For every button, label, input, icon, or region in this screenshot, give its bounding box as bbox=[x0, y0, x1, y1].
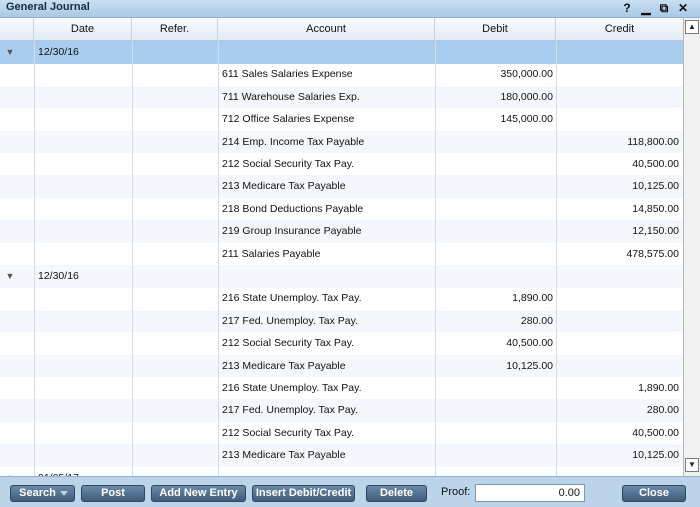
debit-cell[interactable] bbox=[472, 153, 553, 175]
debit-cell[interactable] bbox=[472, 198, 553, 220]
column-header-reference[interactable]: Refer. bbox=[132, 18, 218, 41]
window-title: General Journal bbox=[6, 1, 90, 13]
scroll-up-icon[interactable]: ▲ bbox=[685, 20, 699, 34]
minimize-icon[interactable]: ▁ bbox=[638, 0, 654, 18]
column-header-debit[interactable]: Debit bbox=[435, 18, 556, 41]
credit-cell[interactable] bbox=[560, 355, 679, 377]
credit-cell[interactable]: 14,850.00 bbox=[560, 198, 679, 220]
credit-cell[interactable] bbox=[560, 108, 679, 130]
credit-cell[interactable]: 118,800.00 bbox=[560, 131, 679, 153]
column-divider bbox=[556, 41, 557, 476]
column-header-date[interactable]: Date bbox=[34, 18, 132, 41]
credit-cell[interactable] bbox=[560, 86, 679, 108]
add-new-entry-button[interactable]: Add New Entry bbox=[151, 485, 246, 502]
debit-cell[interactable] bbox=[472, 422, 553, 444]
column-header-row: Date Refer. Account Debit Credit bbox=[0, 18, 683, 41]
debit-cell[interactable]: 10,125.00 bbox=[472, 355, 553, 377]
journal-line-row[interactable]: 217 Fed. Unemploy. Tax Pay. 280.00 bbox=[0, 399, 683, 422]
column-header-credit[interactable]: Credit bbox=[556, 18, 683, 41]
entry-date: 12/30/16 bbox=[38, 270, 79, 282]
journal-line-row[interactable]: 212 Social Security Tax Pay. 40,500.00 bbox=[0, 332, 683, 355]
dropdown-arrow-icon bbox=[60, 491, 68, 496]
column-header-account[interactable]: Account bbox=[218, 18, 435, 41]
journal-line-row[interactable]: 214 Emp. Income Tax Payable 118,800.00 bbox=[0, 130, 683, 154]
journal-line-row[interactable]: 213 Medicare Tax Payable 10,125.00 bbox=[0, 354, 683, 378]
credit-cell[interactable] bbox=[560, 310, 679, 332]
column-divider bbox=[435, 41, 436, 476]
proof-label: Proof: bbox=[441, 486, 471, 498]
credit-cell[interactable]: 1,890.00 bbox=[560, 377, 679, 399]
credit-cell[interactable]: 40,500.00 bbox=[560, 422, 679, 444]
debit-cell[interactable]: 350,000.00 bbox=[472, 63, 553, 85]
journal-line-row[interactable]: 611 Sales Salaries Expense 350,000.00 bbox=[0, 63, 683, 86]
entry-date: 12/30/16 bbox=[38, 46, 79, 58]
entry-header-row[interactable]: ▼ 12/30/16 bbox=[0, 265, 683, 288]
journal-line-row[interactable]: 712 Office Salaries Expense 145,000.00 bbox=[0, 108, 683, 131]
restore-icon[interactable]: ⧉ bbox=[656, 0, 672, 18]
expand-triangle-icon[interactable]: ▼ bbox=[0, 265, 20, 287]
credit-cell[interactable] bbox=[560, 332, 679, 354]
entry-header-row[interactable]: ▼ 01/05/17 bbox=[0, 467, 683, 476]
post-button[interactable]: Post bbox=[81, 485, 145, 502]
journal-line-row[interactable]: 212 Social Security Tax Pay. 40,500.00 bbox=[0, 422, 683, 445]
search-button-label: Search bbox=[19, 487, 56, 499]
column-divider bbox=[132, 41, 133, 476]
expand-triangle-icon[interactable]: ▼ bbox=[0, 41, 20, 63]
credit-cell[interactable]: 478,575.00 bbox=[560, 243, 679, 265]
credit-cell[interactable]: 10,125.00 bbox=[560, 444, 679, 466]
journal-line-row[interactable]: 213 Medicare Tax Payable 10,125.00 bbox=[0, 444, 683, 467]
scroll-down-icon[interactable]: ▼ bbox=[685, 458, 699, 472]
delete-button[interactable]: Delete bbox=[366, 485, 427, 502]
debit-cell[interactable]: 280.00 bbox=[472, 310, 553, 332]
close-icon[interactable]: ✕ bbox=[675, 0, 691, 18]
column-divider bbox=[218, 41, 219, 476]
journal-line-row[interactable]: 213 Medicare Tax Payable 10,125.00 bbox=[0, 175, 683, 198]
close-button[interactable]: Close bbox=[622, 485, 686, 502]
journal-line-row[interactable]: 711 Warehouse Salaries Exp. 180,000.00 bbox=[0, 85, 683, 109]
debit-cell[interactable]: 180,000.00 bbox=[472, 86, 553, 108]
entry-header-row[interactable]: ▼ 12/30/16 bbox=[0, 41, 683, 64]
journal-line-row[interactable]: 212 Social Security Tax Pay. 40,500.00 bbox=[0, 153, 683, 176]
column-divider bbox=[34, 41, 35, 476]
debit-cell[interactable] bbox=[472, 220, 553, 242]
credit-cell[interactable]: 40,500.00 bbox=[560, 153, 679, 175]
credit-cell[interactable]: 280.00 bbox=[560, 399, 679, 421]
journal-line-row[interactable]: 219 Group Insurance Payable 12,150.00 bbox=[0, 220, 683, 243]
help-icon[interactable]: ? bbox=[619, 0, 635, 18]
journal-line-row[interactable]: 217 Fed. Unemploy. Tax Pay. 280.00 bbox=[0, 309, 683, 333]
journal-line-row[interactable]: 211 Salaries Payable 478,575.00 bbox=[0, 243, 683, 266]
credit-cell[interactable] bbox=[560, 287, 679, 309]
search-button[interactable]: Search bbox=[10, 485, 75, 502]
journal-grid: Date Refer. Account Debit Credit ▼ 12/30/… bbox=[0, 18, 683, 476]
debit-cell[interactable] bbox=[472, 131, 553, 153]
bottom-toolbar: Search Post Add New Entry Insert Debit/C… bbox=[0, 476, 700, 507]
column-header-expander bbox=[0, 18, 34, 41]
proof-field: 0.00 bbox=[475, 484, 585, 502]
journal-line-row[interactable]: 218 Bond Deductions Payable 14,850.00 bbox=[0, 198, 683, 221]
debit-cell[interactable] bbox=[472, 444, 553, 466]
credit-cell[interactable]: 12,150.00 bbox=[560, 220, 679, 242]
entry-date: 01/05/17 bbox=[38, 467, 128, 476]
credit-cell[interactable]: 10,125.00 bbox=[560, 175, 679, 197]
debit-cell[interactable] bbox=[472, 399, 553, 421]
debit-cell[interactable] bbox=[472, 243, 553, 265]
debit-cell[interactable] bbox=[472, 175, 553, 197]
journal-line-row[interactable]: 216 State Unemploy. Tax Pay. 1,890.00 bbox=[0, 287, 683, 310]
journal-line-row[interactable]: 216 State Unemploy. Tax Pay. 1,890.00 bbox=[0, 377, 683, 400]
title-bar: General Journal ? ▁ ⧉ ✕ bbox=[0, 0, 700, 18]
insert-debit-credit-button[interactable]: Insert Debit/Credit bbox=[252, 485, 355, 502]
debit-cell[interactable]: 1,890.00 bbox=[472, 287, 553, 309]
credit-cell[interactable] bbox=[560, 63, 679, 85]
debit-cell[interactable]: 40,500.00 bbox=[472, 332, 553, 354]
expand-triangle-icon[interactable]: ▼ bbox=[0, 467, 20, 476]
debit-cell[interactable] bbox=[472, 377, 553, 399]
vertical-scrollbar[interactable]: ▲ ▼ bbox=[683, 18, 700, 476]
debit-cell[interactable]: 145,000.00 bbox=[472, 108, 553, 130]
